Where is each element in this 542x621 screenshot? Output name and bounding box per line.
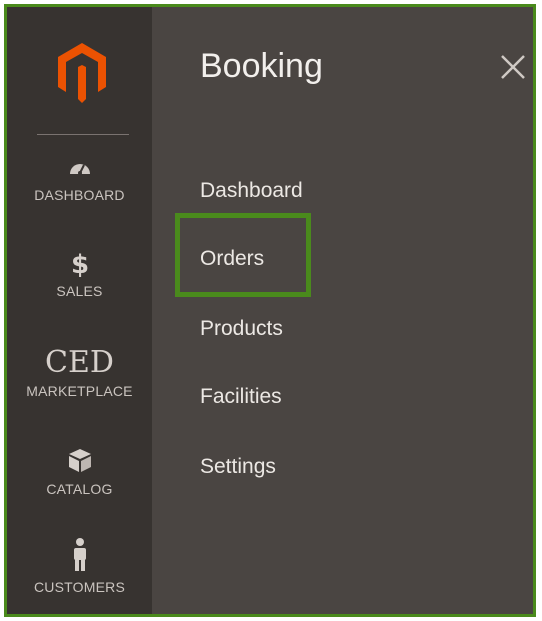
sidebar-item-customers[interactable]: CUSTOMERS [7, 537, 152, 595]
logo-divider [37, 134, 129, 135]
sidebar-item-label: CATALOG [46, 481, 113, 497]
dollar-icon: $ [70, 250, 88, 277]
sidebar-item-marketplace[interactable]: CED MARKETPLACE [7, 345, 152, 400]
magento-logo-icon[interactable] [56, 41, 108, 105]
sidebar-item-label: SALES [56, 283, 103, 299]
menu-link-dashboard[interactable]: Dashboard [200, 179, 303, 203]
person-icon [73, 538, 86, 571]
ced-brand-text: CED [45, 345, 114, 380]
admin-sidebar: DASHBOARD $ SALES CED MARKETPLACE CATALO… [7, 7, 152, 614]
sidebar-item-label: MARKETPLACE [26, 383, 133, 399]
sidebar-item-dashboard[interactable]: DASHBOARD [7, 157, 152, 203]
sidebar-item-sales[interactable]: $ SALES [7, 249, 152, 299]
sidebar-item-label: DASHBOARD [34, 187, 125, 203]
speedometer-icon [69, 164, 90, 175]
sidebar-item-catalog[interactable]: CATALOG [7, 447, 152, 497]
sidebar-item-label: CUSTOMERS [34, 579, 125, 595]
menu-link-products[interactable]: Products [200, 317, 283, 341]
menu-link-settings[interactable]: Settings [200, 455, 276, 479]
menu-frame: DASHBOARD $ SALES CED MARKETPLACE CATALO… [4, 4, 536, 617]
panel-title: Booking [200, 47, 323, 85]
menu-link-facilities[interactable]: Facilities [200, 385, 282, 409]
orders-highlight-box [175, 213, 311, 297]
svg-text:$: $ [70, 250, 88, 277]
box-icon [68, 449, 91, 472]
close-icon[interactable] [497, 51, 529, 83]
